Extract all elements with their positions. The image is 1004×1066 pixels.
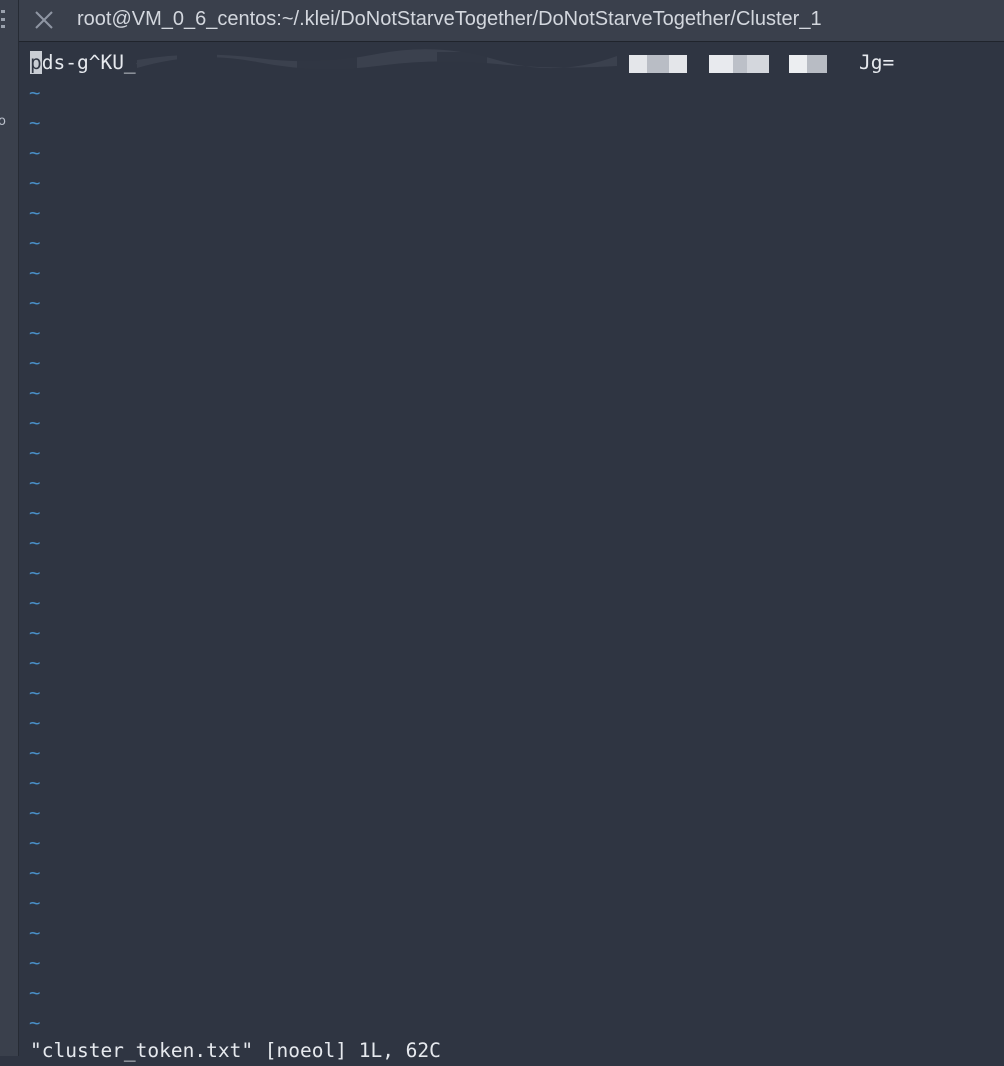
empty-line-marker: ~	[29, 292, 41, 314]
empty-line-marker: ~	[29, 742, 41, 764]
empty-line-marker: ~	[29, 352, 41, 374]
empty-line-marker: ~	[29, 802, 41, 824]
vim-status-message: "cluster_token.txt" [noeol] 1L, 62C	[30, 1039, 441, 1062]
empty-line-marker: ~	[29, 952, 41, 974]
empty-line-marker: ~	[29, 1012, 41, 1034]
empty-line-marker: ~	[29, 442, 41, 464]
empty-line-marker: ~	[29, 82, 41, 104]
empty-line-marker: ~	[29, 982, 41, 1004]
cursor: p	[30, 51, 42, 74]
empty-line-marker: ~	[29, 322, 41, 344]
empty-line-marker: ~	[29, 682, 41, 704]
empty-line-marker: ~	[29, 922, 41, 944]
empty-line-marker: ~	[29, 712, 41, 734]
empty-line-marker: ~	[29, 892, 41, 914]
empty-line-marker: ~	[29, 472, 41, 494]
empty-line-marker: ~	[29, 832, 41, 854]
empty-line-marker: ~	[29, 502, 41, 524]
tab-title[interactable]: root@VM_0_6_centos:~/.klei/DoNotStarveTo…	[77, 8, 822, 31]
empty-line-marker: ~	[29, 202, 41, 224]
rail-glyph: o	[0, 114, 6, 129]
buffer-line-end: Jg=	[859, 51, 895, 74]
empty-line-marker: ~	[29, 112, 41, 134]
empty-line-marker: ~	[29, 172, 41, 194]
terminal-tab-bar: root@VM_0_6_centos:~/.klei/DoNotStarveTo…	[19, 0, 1004, 42]
empty-line-marker: ~	[29, 652, 41, 674]
left-rail: o	[0, 0, 19, 1056]
empty-line-marker: ~	[29, 262, 41, 284]
empty-line-marker: ~	[29, 862, 41, 884]
empty-line-marker: ~	[29, 382, 41, 404]
empty-line-marker: ~	[29, 532, 41, 554]
empty-line-marker: ~	[29, 232, 41, 254]
empty-line-marker: ~	[29, 772, 41, 794]
close-icon[interactable]	[33, 9, 55, 31]
empty-line-marker: ~	[29, 592, 41, 614]
vim-editor[interactable]: pds-g^KU_qE/cUWNSPgWNTcSN+LBCNK/VVndVZPg…	[19, 42, 1004, 1062]
redaction-blocks	[617, 48, 857, 78]
drag-handle-icon[interactable]	[1, 10, 6, 28]
empty-line-marker: ~	[29, 412, 41, 434]
empty-line-marker: ~	[29, 562, 41, 584]
empty-line-marker: ~	[29, 142, 41, 164]
empty-line-marker: ~	[29, 622, 41, 644]
redaction-mask	[137, 48, 617, 78]
